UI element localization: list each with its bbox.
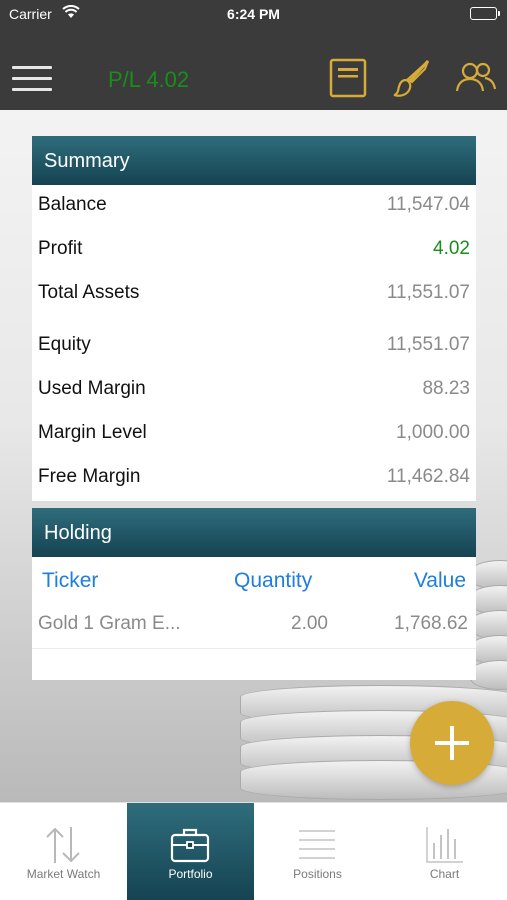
battery-icon	[470, 7, 500, 20]
summary-row-profit: Profit 4.02	[32, 229, 476, 273]
row-label: Profit	[38, 238, 83, 259]
row-label: Used Margin	[38, 378, 146, 399]
summary-row-used-margin: Used Margin 88.23	[32, 369, 476, 413]
row-label: Balance	[38, 194, 107, 215]
row-label: Margin Level	[38, 422, 147, 443]
tab-market-watch[interactable]: Market Watch	[0, 803, 127, 900]
row-value: 11,551.07	[386, 282, 470, 303]
tab-portfolio[interactable]: Portfolio	[127, 803, 254, 900]
holding-value: 1,768.62	[394, 613, 468, 634]
add-button[interactable]	[410, 701, 494, 785]
row-value: 11,462.84	[386, 466, 470, 487]
status-bar: Carrier 6:24 PM	[0, 0, 507, 30]
bar-chart-icon	[426, 827, 463, 863]
summary-row-free-margin: Free Margin 11,462.84	[32, 457, 476, 501]
column-ticker[interactable]: Ticker	[42, 569, 98, 593]
row-label: Total Assets	[38, 282, 140, 303]
holding-columns: Ticker Quantity Value	[32, 557, 476, 603]
summary-card: Summary Balance 11,547.04 Profit 4.02 To…	[32, 136, 476, 501]
holding-card: Holding Ticker Quantity Value Gold 1 Gra…	[32, 508, 476, 680]
tab-positions[interactable]: Positions	[254, 803, 381, 900]
row-value: 11,551.07	[386, 334, 470, 355]
row-label: Equity	[38, 334, 91, 355]
summary-header: Summary	[32, 136, 476, 185]
summary-row-equity: Equity 11,551.07	[32, 325, 476, 369]
users-icon[interactable]	[455, 58, 497, 98]
column-value[interactable]: Value	[414, 569, 466, 593]
list-icon	[299, 830, 335, 859]
tab-bar: Market Watch Portfolio Positions Chart	[0, 802, 507, 900]
holding-ticker: Gold 1 Gram E...	[38, 613, 181, 634]
tab-chart[interactable]: Chart	[381, 803, 507, 900]
summary-row-margin-level: Margin Level 1,000.00	[32, 413, 476, 457]
row-value: 1,000.00	[396, 422, 470, 443]
brush-icon[interactable]	[392, 58, 432, 98]
holding-row[interactable]: Gold 1 Gram E... 2.00 1,768.62	[32, 603, 476, 649]
nav-bar: P/L 4.02	[0, 30, 507, 110]
holding-quantity: 2.00	[291, 613, 328, 634]
updown-arrows-icon	[46, 827, 80, 863]
tab-label: Market Watch	[26, 867, 101, 881]
row-label: Free Margin	[38, 466, 141, 487]
tab-label: Chart	[429, 867, 460, 881]
summary-row-balance: Balance 11,547.04	[32, 185, 476, 229]
briefcase-icon	[170, 828, 210, 863]
report-icon[interactable]	[329, 58, 369, 98]
row-value: 88.23	[422, 378, 470, 399]
column-quantity[interactable]: Quantity	[234, 569, 312, 593]
status-time: 6:24 PM	[227, 6, 280, 22]
summary-gap	[32, 317, 476, 325]
tab-label: Portfolio	[168, 867, 213, 881]
menu-icon[interactable]	[12, 66, 52, 92]
summary-row-total-assets: Total Assets 11,551.07	[32, 273, 476, 317]
tab-label: Positions	[293, 867, 342, 881]
row-value: 11,547.04	[386, 194, 470, 215]
row-value: 4.02	[433, 238, 470, 259]
holding-header: Holding	[32, 508, 476, 557]
pl-indicator: P/L 4.02	[108, 67, 190, 92]
